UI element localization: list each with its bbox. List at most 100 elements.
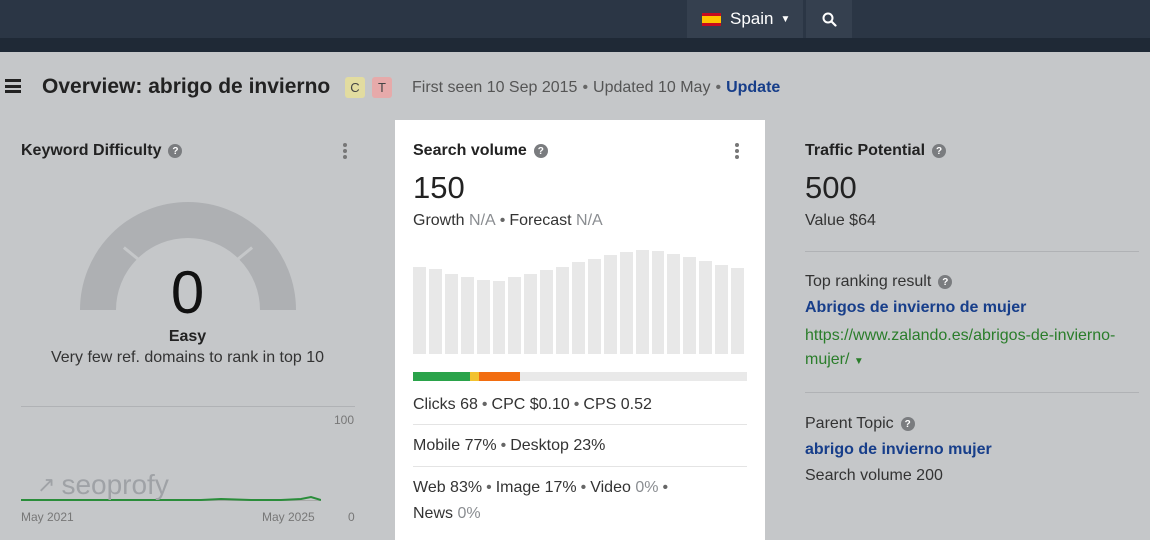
news-label: News xyxy=(413,505,454,522)
badge-t[interactable]: T xyxy=(372,77,392,98)
page-header: Overview: abrigo de invierno C T First s… xyxy=(0,70,1150,106)
help-icon[interactable]: ? xyxy=(932,144,947,158)
sv-bar xyxy=(492,281,506,354)
tp-divider xyxy=(805,251,1139,252)
sv-bar xyxy=(540,269,554,354)
web-text: Web 83% xyxy=(413,479,483,496)
parent-topic-label: Parent Topic xyxy=(805,415,894,432)
parent-topic-label-row: Parent Topic ? xyxy=(805,415,915,433)
help-icon[interactable]: ? xyxy=(168,144,183,158)
cps-text: CPS 0.52 xyxy=(583,396,652,413)
top-bar: Spain ▼ xyxy=(0,0,1150,52)
sv-device-row: Mobile 77% • Desktop 23% xyxy=(413,437,606,454)
kd-description: Very few ref. domains to rank in top 10 xyxy=(50,349,325,366)
kd-x-start: May 2021 xyxy=(21,510,74,524)
sv-bar xyxy=(476,280,490,354)
sv-title: Search volume xyxy=(413,142,527,159)
clicks-distribution-bar xyxy=(413,372,747,381)
spain-flag-icon xyxy=(702,12,721,26)
kd-value: 0 xyxy=(170,259,205,326)
badge-c[interactable]: C xyxy=(345,77,365,98)
kd-title-row: Keyword Difficulty ? xyxy=(21,142,183,160)
caret-down-icon[interactable]: ▼ xyxy=(854,356,864,367)
sv-news-row: News 0% xyxy=(413,505,481,523)
sv-bar xyxy=(635,250,649,354)
forecast-label: Forecast xyxy=(509,212,572,229)
search-icon xyxy=(822,12,837,27)
help-icon[interactable]: ? xyxy=(938,275,953,289)
growth-label: Growth xyxy=(413,212,465,229)
news-value: 0% xyxy=(457,505,481,522)
page-title: Overview: abrigo de invierno xyxy=(42,75,331,98)
keyword-difficulty-card: Keyword Difficulty ? 0 Easy Very few ref… xyxy=(0,120,375,540)
search-volume-card: Search volume ? 150 Growth N/A • Forecast … xyxy=(395,120,765,540)
top-result-url-line2-row[interactable]: mujer/ ▼ xyxy=(805,351,864,369)
tp-title-row: Traffic Potential ? xyxy=(805,142,947,160)
top-result-label-row: Top ranking result ? xyxy=(805,273,953,291)
parent-topic-link[interactable]: abrigo de invierno mujer xyxy=(805,441,992,459)
sv-value: 150 xyxy=(413,170,465,205)
top-result-url-line2: mujer/ xyxy=(805,351,850,368)
tp-value: 500 xyxy=(805,170,857,205)
sv-title-row: Search volume ? xyxy=(413,142,548,160)
traffic-potential-card: Traffic Potential ? 500 Value $64 Top ra… xyxy=(787,120,1150,540)
clicks-paid-segment xyxy=(479,372,520,381)
kd-more-icon[interactable] xyxy=(342,142,348,160)
tp-value-text: Value $64 xyxy=(805,212,876,229)
kd-chart-max: 100 xyxy=(334,413,355,427)
country-label: Spain xyxy=(730,9,774,28)
clicks-mixed-segment xyxy=(470,372,479,381)
sv-bar xyxy=(619,252,633,354)
sv-bar xyxy=(413,266,426,354)
sv-bar xyxy=(587,259,601,354)
clicks-organic-segment xyxy=(413,372,470,381)
sv-volume-chart xyxy=(413,250,747,354)
chevron-down-icon: ▼ xyxy=(780,13,791,25)
sv-bar xyxy=(699,261,713,354)
mobile-text: Mobile 77% xyxy=(413,437,497,454)
sv-bar xyxy=(731,267,744,354)
sv-bar xyxy=(428,268,442,354)
kd-label: Easy xyxy=(168,328,207,345)
update-link[interactable]: Update xyxy=(726,79,780,96)
desktop-text: Desktop 23% xyxy=(510,437,606,454)
sv-bar xyxy=(556,266,570,354)
kd-x-end: May 2025 xyxy=(262,510,315,524)
help-icon[interactable]: ? xyxy=(900,417,915,431)
sv-type-row: Web 83% • Image 17% • Video 0% • xyxy=(413,479,669,496)
country-selector[interactable]: Spain ▼ xyxy=(687,0,803,38)
sv-growth-row: Growth N/A • Forecast N/A xyxy=(413,212,603,229)
kd-watermark-text: seoprofy xyxy=(61,469,169,500)
growth-value: N/A xyxy=(469,212,496,229)
kd-chart-min: 0 xyxy=(348,510,355,524)
sv-bar xyxy=(683,257,697,354)
sv-bar xyxy=(524,273,538,354)
first-seen-text: First seen 10 Sep 2015 xyxy=(412,79,578,96)
sv-bar xyxy=(572,262,585,354)
sv-bar xyxy=(444,273,458,354)
kd-watermark: ↗ seoprofy xyxy=(37,469,169,501)
parent-topic-volume: Search volume 200 xyxy=(805,467,943,484)
video-value: 0% xyxy=(635,479,659,496)
sv-bar xyxy=(603,255,617,354)
forecast-value: N/A xyxy=(576,212,603,229)
page-meta: First seen 10 Sep 2015 • Updated 10 May • Up… xyxy=(412,79,781,96)
top-result-url-line1[interactable]: https://www.zalando.es/abrigos-de-invier… xyxy=(805,327,1115,345)
sv-bar xyxy=(460,277,474,354)
menu-icon[interactable] xyxy=(5,79,21,93)
video-label: Video xyxy=(590,479,631,496)
sv-more-icon[interactable] xyxy=(734,142,740,160)
top-result-title-link[interactable]: Abrigos de invierno de mujer xyxy=(805,299,1026,317)
cpc-text: CPC $0.10 xyxy=(491,396,570,413)
updated-text: Updated 10 May xyxy=(593,79,711,96)
search-button[interactable] xyxy=(806,0,852,38)
sv-bar xyxy=(667,254,681,354)
sv-clicks-row: Clicks 68 • CPC $0.10 • CPS 0.52 xyxy=(413,396,652,413)
sv-bar xyxy=(651,251,665,354)
sv-divider xyxy=(413,466,747,467)
sv-bar xyxy=(715,264,729,354)
sv-bar xyxy=(508,277,522,354)
tp-divider xyxy=(805,392,1139,393)
arrow-up-right-icon: ↗ xyxy=(37,472,56,497)
help-icon[interactable]: ? xyxy=(533,144,548,158)
